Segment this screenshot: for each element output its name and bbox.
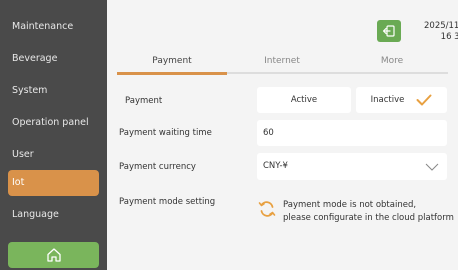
home-button[interactable]	[8, 242, 99, 268]
sidebar-item-user[interactable]: User	[8, 142, 99, 168]
payment-active-label: Active	[290, 95, 318, 105]
currency-value: CNY-¥	[263, 161, 288, 171]
tab-active-indicator	[117, 72, 227, 75]
sidebar-item-system[interactable]: System	[8, 78, 99, 104]
tab-more[interactable]: More	[337, 56, 447, 66]
sidebar-item-beverage[interactable]: Beverage	[8, 46, 99, 72]
app-root: Maintenance Beverage System Operation pa…	[0, 0, 458, 270]
exit-button[interactable]	[377, 20, 401, 42]
main-panel: 2025/11/28 16 38 Payment Internet More P…	[107, 0, 458, 270]
payment-active-option[interactable]: Active	[257, 87, 351, 113]
sidebar: Maintenance Beverage System Operation pa…	[0, 0, 107, 270]
header-time: 16 38	[440, 32, 458, 42]
home-icon	[46, 248, 61, 262]
tab-internet[interactable]: Internet	[227, 56, 337, 66]
currency-label: Payment currency	[119, 162, 196, 172]
payment-inactive-option[interactable]: Inactive	[356, 87, 447, 113]
waiting-time-label: Payment waiting time	[119, 128, 212, 138]
waiting-time-value: 60	[263, 128, 274, 138]
checkmark-icon	[416, 94, 432, 106]
payment-label: Payment	[125, 96, 163, 106]
waiting-time-input[interactable]: 60	[257, 120, 447, 146]
header-date: 2025/11/28	[424, 21, 458, 31]
mode-label: Payment mode setting	[119, 197, 216, 207]
tab-payment[interactable]: Payment	[117, 56, 227, 66]
mode-message-line2: please configurate in the cloud platform	[283, 213, 454, 223]
exit-icon	[382, 25, 395, 37]
sidebar-item-operation-panel[interactable]: Operation panel	[8, 110, 99, 136]
sidebar-item-maintenance[interactable]: Maintenance	[8, 14, 99, 40]
chevron-down-icon	[425, 163, 439, 171]
mode-message: Payment mode is not obtained, please con…	[283, 199, 454, 225]
sidebar-item-iot[interactable]: Iot	[8, 170, 99, 196]
refresh-icon[interactable]	[257, 199, 277, 219]
mode-message-line1: Payment mode is not obtained,	[283, 200, 417, 210]
currency-select[interactable]: CNY-¥	[257, 153, 447, 180]
sidebar-item-language[interactable]: Language	[8, 202, 99, 228]
payment-inactive-label: Inactive	[370, 95, 405, 105]
